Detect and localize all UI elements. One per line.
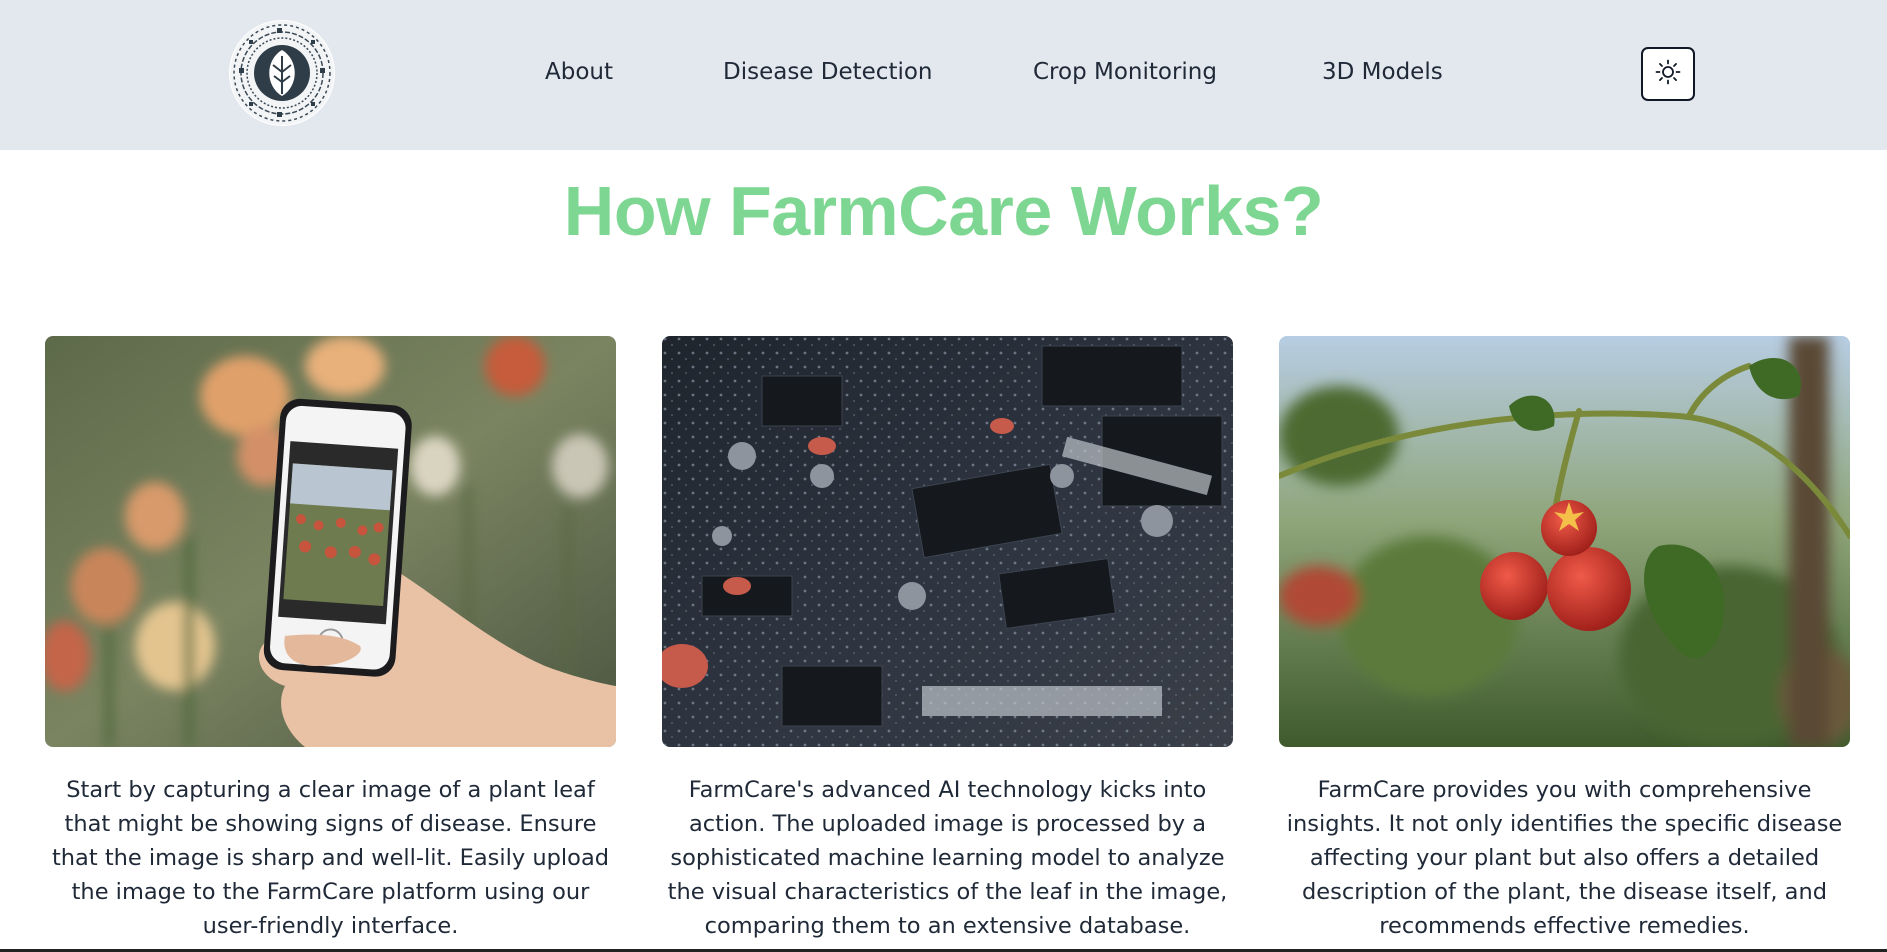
tomato-plant-image	[1279, 336, 1850, 747]
page-title: How FarmCare Works?	[563, 172, 1324, 250]
step-description-insights: FarmCare provides you with comprehensive…	[1286, 777, 1843, 939]
navbar: About Disease Detection Crop Monitoring …	[0, 0, 1887, 150]
phone-photographing-flowers-image	[45, 336, 616, 747]
theme-toggle-button[interactable]	[1641, 47, 1695, 101]
nav-link-about[interactable]: About	[545, 56, 613, 88]
nav-link-3d-models[interactable]: 3D Models	[1322, 56, 1443, 88]
step-description-analyze: FarmCare's advanced AI technology kicks …	[667, 777, 1228, 939]
circuit-board-image	[662, 336, 1233, 747]
nav-link-crop-monitoring[interactable]: Crop Monitoring	[1033, 56, 1217, 88]
nav-link-disease-detection[interactable]: Disease Detection	[723, 56, 933, 88]
step-description-capture: Start by capturing a clear image of a pl…	[51, 777, 610, 939]
step-card-analyze: FarmCare's advanced AI technology kicks …	[662, 336, 1233, 943]
sun-icon	[1654, 58, 1682, 90]
step-card-insights: FarmCare provides you with comprehensive…	[1279, 336, 1850, 943]
logo-icon[interactable]	[229, 20, 335, 126]
step-card-capture: Start by capturing a clear image of a pl…	[45, 336, 616, 943]
